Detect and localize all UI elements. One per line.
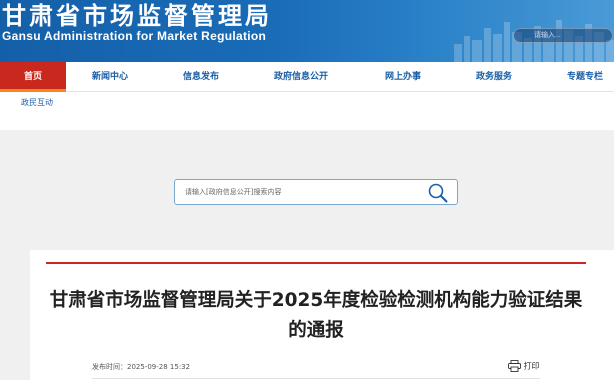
article-title: 甘肃省市场监督管理局关于2025年度检验检测机构能力验证结果的通报 xyxy=(49,290,583,341)
nav-item-special-topics[interactable]: 专题专栏 xyxy=(567,62,603,92)
printer-icon xyxy=(508,360,521,372)
nav-item-info-release[interactable]: 信息发布 xyxy=(183,62,219,92)
publish-time-value: 2025-09-28 15:32 xyxy=(127,363,191,371)
nav-item-home[interactable]: 首页 xyxy=(0,62,66,92)
search-icon[interactable] xyxy=(427,182,449,204)
site-title: 甘肃省市场监督管理局 xyxy=(2,2,272,30)
search-input[interactable] xyxy=(185,180,425,204)
print-label: 打印 xyxy=(523,361,540,371)
nav-item-news[interactable]: 新闻中心 xyxy=(92,62,128,92)
nav-item-online-services[interactable]: 网上办事 xyxy=(385,62,421,92)
publish-time-label: 发布时间： xyxy=(92,363,127,371)
site-header: 甘肃省市场监督管理局 Gansu Administration for Mark… xyxy=(0,0,614,62)
article-card: 甘肃省市场监督管理局关于2025年度检验检测机构能力验证结果的通报 发布时间：2… xyxy=(46,262,586,380)
main-nav: 首页 新闻中心 信息发布 政府信息公开 网上办事 政务服务 专题专栏 xyxy=(0,62,614,92)
nav-item-gov-info[interactable]: 政府信息公开 xyxy=(274,62,328,92)
gov-info-search xyxy=(174,179,458,205)
sub-nav: 政民互动 xyxy=(0,92,614,130)
meta-divider xyxy=(92,378,540,379)
publish-time: 发布时间：2025-09-28 15:32 xyxy=(92,362,190,372)
print-button[interactable]: 打印 xyxy=(508,360,540,374)
header-search-input[interactable]: 请输入... xyxy=(513,28,613,43)
nav-item-public-interaction[interactable]: 政民互动 xyxy=(21,97,53,108)
nav-item-gov-services[interactable]: 政务服务 xyxy=(476,62,512,92)
site-subtitle: Gansu Administration for Market Regulati… xyxy=(2,29,267,43)
